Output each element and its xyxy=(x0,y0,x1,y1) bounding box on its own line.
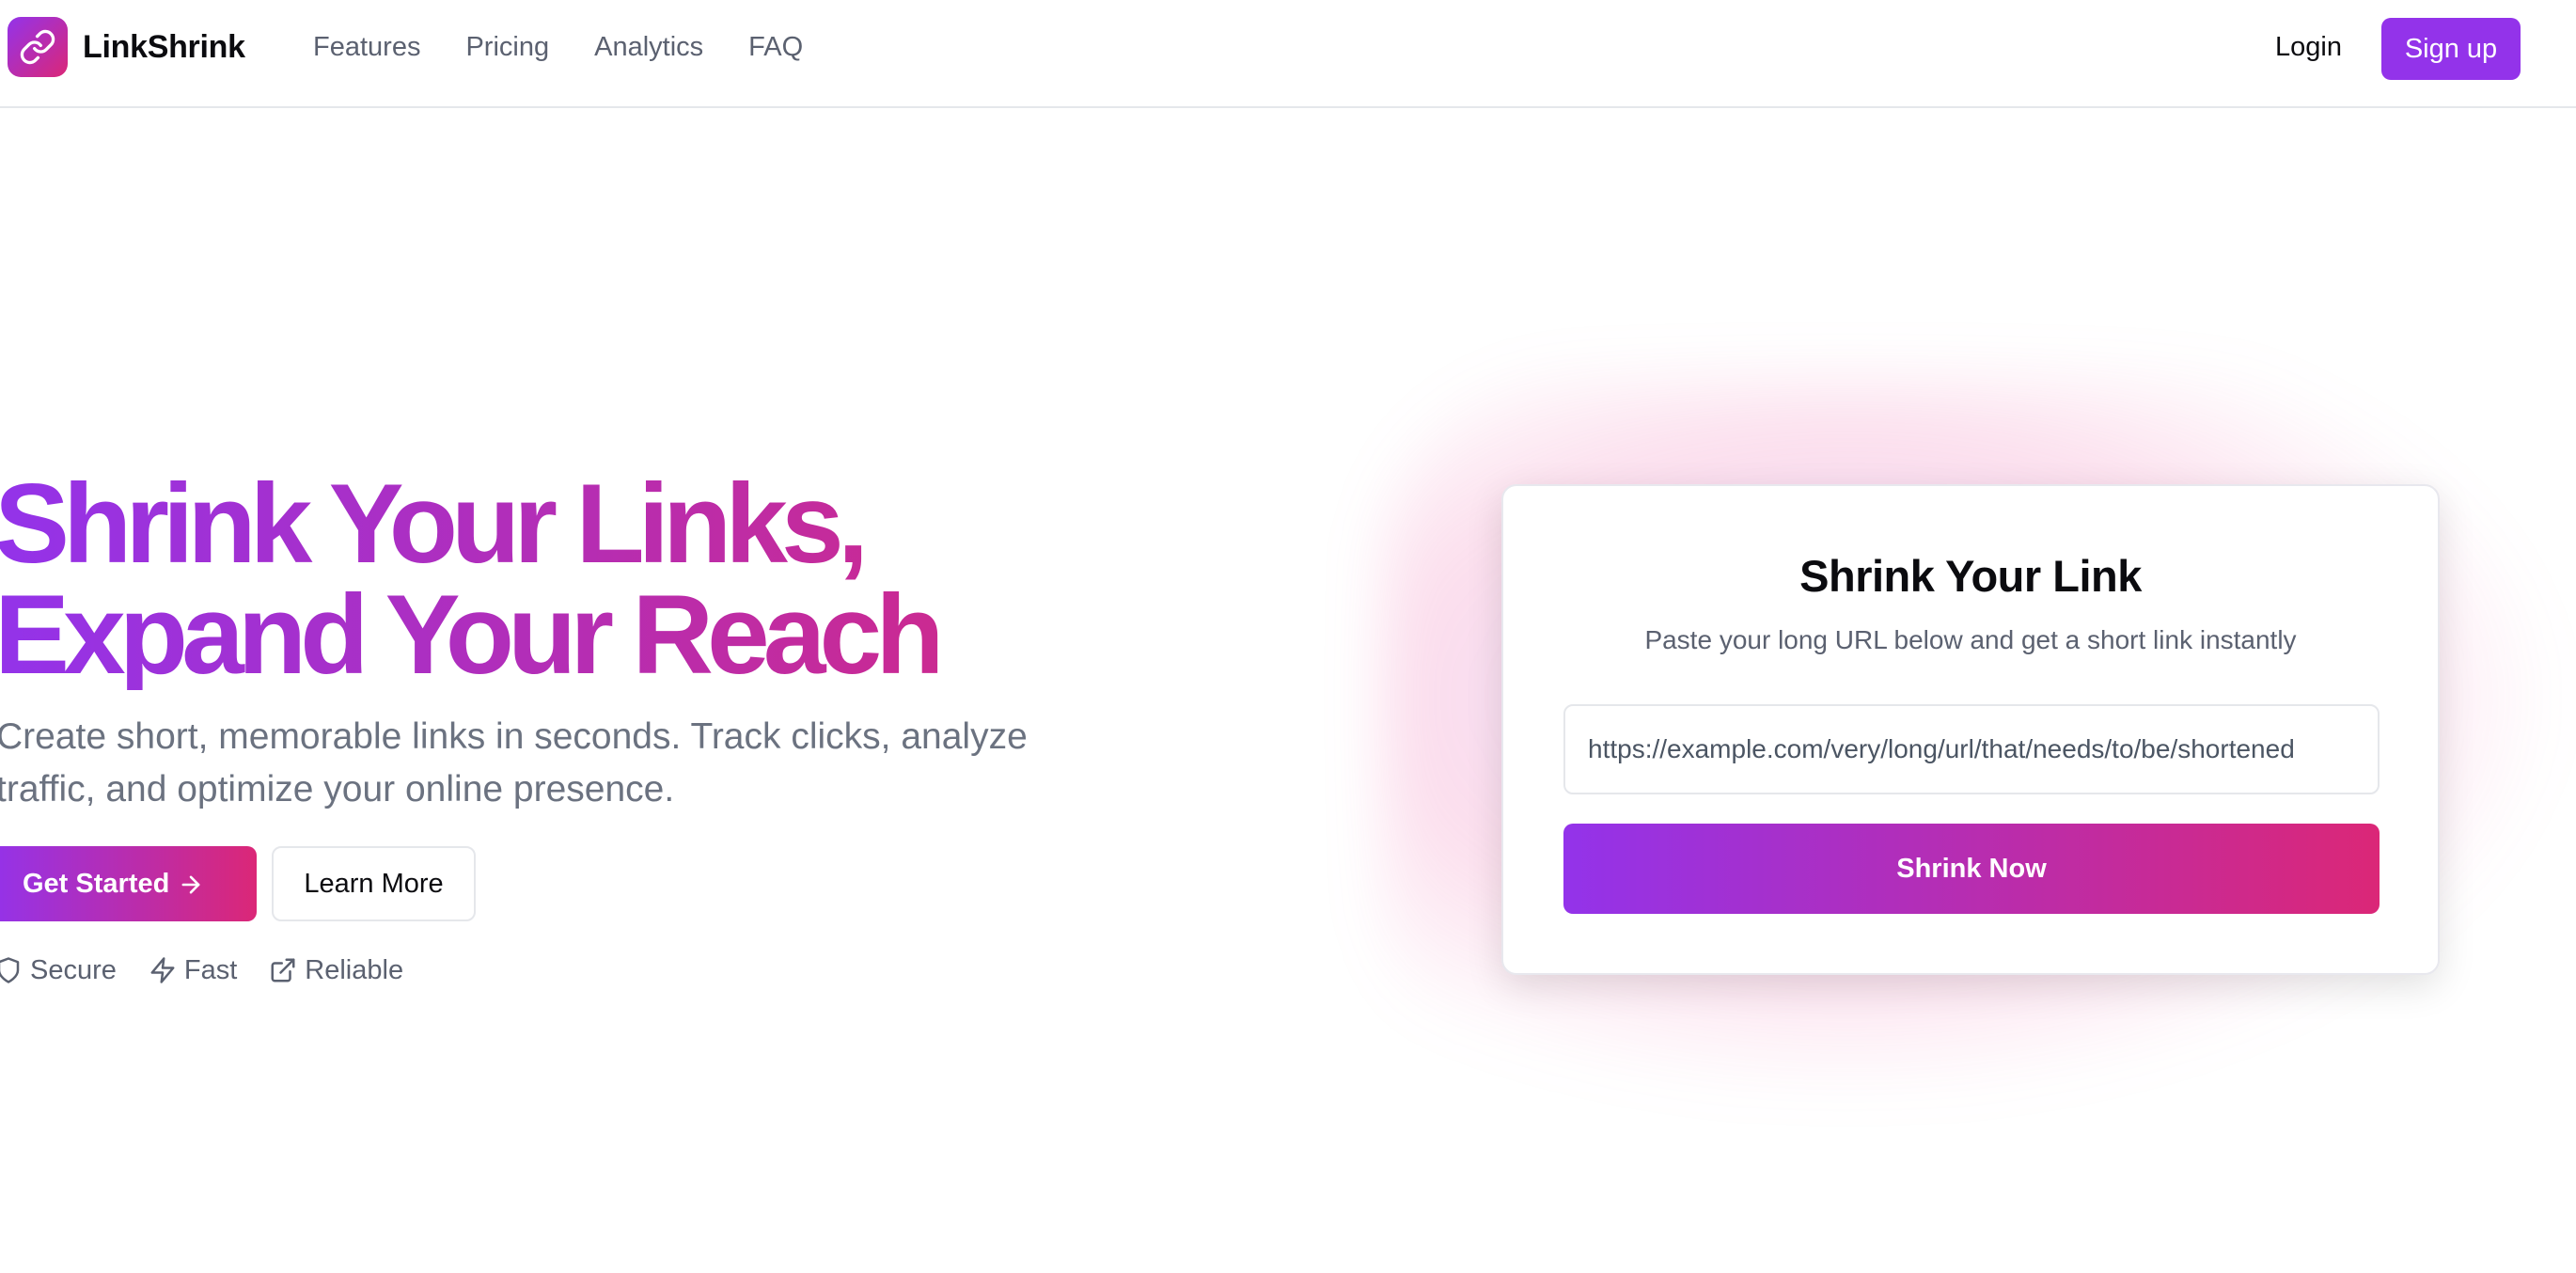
badge-reliable-label: Reliable xyxy=(305,955,404,985)
nav-features[interactable]: Features xyxy=(313,26,420,68)
login-link[interactable]: Login xyxy=(2275,26,2342,68)
main-nav: Features Pricing Analytics FAQ xyxy=(313,26,803,68)
signup-button[interactable]: Sign up xyxy=(2381,18,2521,80)
shrink-card: Shrink Your Link Paste your long URL bel… xyxy=(1501,484,2440,975)
card-title: Shrink Your Link xyxy=(1799,551,2142,601)
shield-icon xyxy=(0,957,20,983)
top-navbar: LinkShrink Features Pricing Analytics FA… xyxy=(0,0,2576,108)
feature-badges: Secure Fast Reliable xyxy=(0,951,403,989)
learn-more-button[interactable]: Learn More xyxy=(272,846,476,921)
hero-title: Shrink Your Links, Expand Your Reach xyxy=(0,467,1217,691)
get-started-label: Get Started xyxy=(23,868,170,899)
logo[interactable] xyxy=(8,17,68,77)
get-started-button[interactable]: Get Started xyxy=(0,846,257,921)
badge-fast: Fast xyxy=(149,951,237,989)
nav-analytics[interactable]: Analytics xyxy=(594,26,703,68)
arrow-right-icon xyxy=(181,875,200,894)
url-input[interactable] xyxy=(1563,704,2380,794)
badge-reliable: Reliable xyxy=(269,951,403,989)
brand-name[interactable]: LinkShrink xyxy=(83,26,245,68)
badge-fast-label: Fast xyxy=(183,955,238,985)
lightning-icon xyxy=(150,957,175,983)
card-subtitle: Paste your long URL below and get a shor… xyxy=(1644,625,2297,654)
external-link-icon xyxy=(271,958,295,982)
nav-pricing[interactable]: Pricing xyxy=(465,26,549,68)
badge-secure: Secure xyxy=(0,951,117,989)
badge-secure-label: Secure xyxy=(30,955,117,985)
link-icon xyxy=(20,29,55,65)
shrink-now-button[interactable]: Shrink Now xyxy=(1563,824,2380,914)
nav-faq[interactable]: FAQ xyxy=(748,26,803,68)
hero-subtitle: Create short, memorable links in seconds… xyxy=(0,716,1028,809)
